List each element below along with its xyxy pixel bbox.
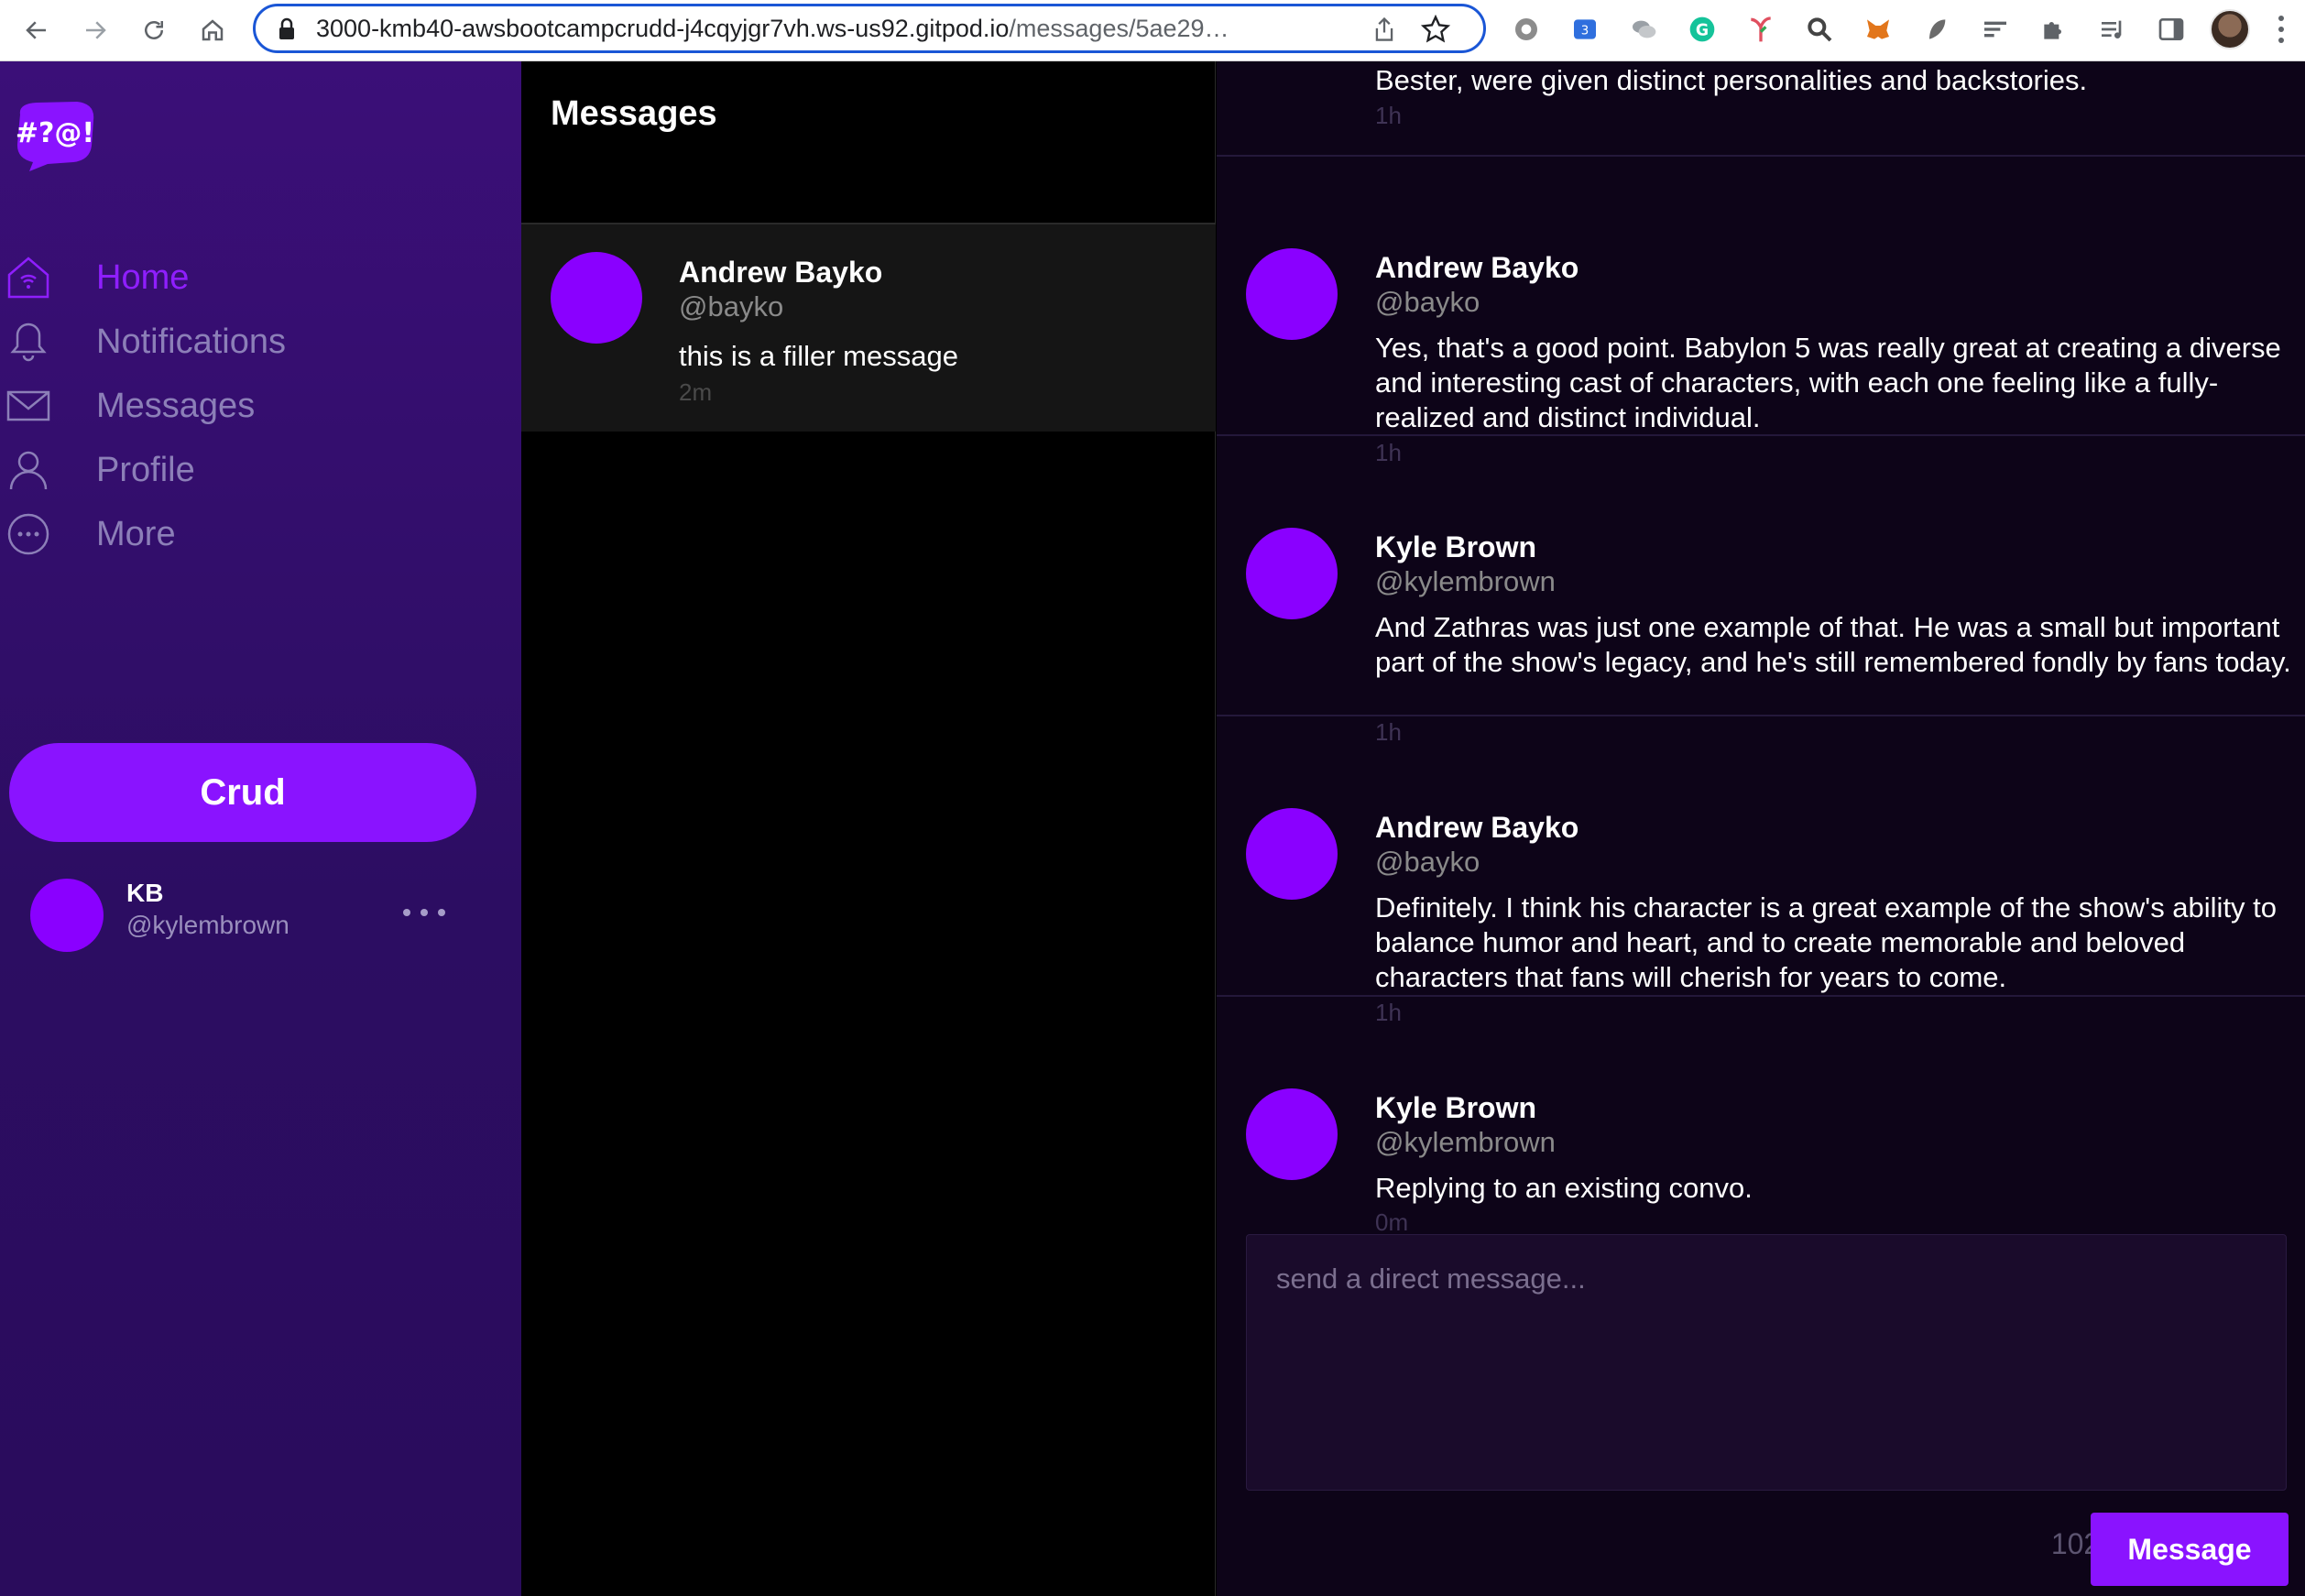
message-author-handle: @bayko [1375, 846, 1480, 878]
profile-handle: @kylembrown [126, 911, 289, 939]
message-group-item[interactable]: Andrew Bayko @bayko this is a filler mes… [521, 224, 1216, 432]
direct-message-input[interactable] [1246, 1234, 2287, 1491]
avatar [551, 252, 642, 344]
browser-toolbar: 3000-kmb40-awsbootcampcrudd-j4cqyjgr7vh.… [0, 0, 2305, 61]
page-title: Messages [551, 94, 717, 133]
more-circle-icon [7, 513, 49, 555]
gear-extension-icon[interactable] [1510, 13, 1543, 46]
profile-more-icon[interactable] [403, 899, 445, 926]
profile-name: KB [126, 879, 164, 907]
message-author-handle: @kylembrown [1375, 1126, 1556, 1158]
sidebar-item-label: More [96, 514, 176, 553]
plant-extension-icon[interactable] [1744, 13, 1777, 46]
person-icon [9, 451, 48, 490]
conversation-panel: Bester, were given distinct personalitie… [1217, 61, 2305, 1596]
message-author-name: Andrew Bayko [1375, 251, 1579, 284]
puzzle-extensions-icon[interactable] [2037, 13, 2070, 46]
sidebar-item-label: Messages [96, 386, 256, 425]
home-icon [7, 257, 49, 299]
magnifier-extension-icon[interactable] [1803, 13, 1836, 46]
reload-icon[interactable] [134, 10, 174, 50]
grammarly-extension-icon[interactable]: G [1686, 13, 1719, 46]
avatar [30, 879, 104, 952]
sidebar-item-messages[interactable]: Messages [0, 369, 513, 443]
message-item: Kyle Brown @kylembrown And Zathras was j… [1217, 436, 2305, 746]
message-author-handle: @kylembrown [1375, 565, 1556, 597]
sidebar-item-label: Notifications [96, 322, 286, 361]
bell-icon [10, 322, 47, 362]
url-text: 3000-kmb40-awsbootcampcrudd-j4cqyjgr7vh.… [316, 6, 1351, 50]
group-time-ago: 2m [679, 378, 713, 406]
avatar [1246, 248, 1338, 340]
lock-icon [279, 17, 294, 39]
avatar [1246, 808, 1338, 900]
back-arrow-icon[interactable] [16, 10, 57, 50]
address-bar[interactable]: 3000-kmb40-awsbootcampcrudd-j4cqyjgr7vh.… [253, 4, 1486, 53]
message-time-ago: 0m [1375, 1208, 1409, 1236]
sidebar-item-notifications[interactable]: Notifications [0, 305, 513, 378]
sidebar-item-label: Profile [96, 450, 195, 489]
envelope-icon [6, 390, 50, 421]
svg-text:G: G [1696, 22, 1709, 40]
avatar [1246, 1088, 1338, 1180]
message-text: And Zathras was just one example of that… [1375, 611, 2291, 678]
message-item: Kyle Brown @kylembrown Replying to an ex… [1217, 997, 2305, 1236]
profile-card[interactable]: KB @kylembrown [0, 869, 513, 970]
message-author-name: Kyle Brown [1375, 530, 1537, 563]
message-author-handle: @bayko [1375, 286, 1480, 318]
message-text: Definitely. I think his character is a g… [1375, 891, 2278, 993]
svg-text:3: 3 [1581, 24, 1589, 38]
translate-extension-icon[interactable]: 3 [1568, 13, 1601, 46]
message-groups-panel: Messages Andrew Bayko @bayko this is a f… [521, 61, 1216, 1596]
sidebar: #?@! Home Notifications Messages Profile… [0, 61, 521, 1596]
avatar [1246, 528, 1338, 619]
media-queue-icon[interactable] [2096, 13, 2129, 46]
text-lines-extension-icon[interactable] [1979, 13, 2012, 46]
chat-extension-icon[interactable] [1627, 13, 1660, 46]
browser-menu-icon[interactable] [2272, 13, 2290, 46]
feather-extension-icon[interactable] [1920, 13, 1953, 46]
send-message-button[interactable]: Message [2091, 1513, 2289, 1586]
crud-button[interactable]: Crud [9, 743, 476, 842]
url-host: 3000-kmb40-awsbootcampcrudd-j4cqyjgr7vh.… [316, 15, 1010, 42]
forward-arrow-icon[interactable] [75, 10, 115, 50]
message-item: Andrew Bayko @bayko Definitely. I think … [1217, 716, 2305, 1026]
sidebar-item-profile[interactable]: Profile [0, 433, 513, 507]
browser-profile-avatar[interactable] [2210, 9, 2250, 49]
url-path: /messages/5ae29… [1009, 15, 1229, 42]
message-time-ago: 1h [1375, 102, 1402, 129]
message-text: Yes, that's a good point. Babylon 5 was … [1375, 332, 2281, 433]
metamask-fox-icon[interactable] [1862, 13, 1895, 46]
group-handle: @bayko [679, 290, 784, 322]
svg-text:#?@!: #?@! [16, 117, 94, 149]
group-name: Andrew Bayko [679, 256, 883, 289]
group-last-message: this is a filler message [679, 340, 958, 372]
message-author-name: Andrew Bayko [1375, 811, 1579, 844]
sidebar-item-more[interactable]: More [0, 497, 513, 571]
home-browser-icon[interactable] [192, 10, 233, 50]
share-icon[interactable] [1371, 16, 1397, 43]
message-text: Bester, were given distinct personalitie… [1375, 64, 2088, 96]
sidebar-item-label: Home [96, 257, 190, 297]
bookmark-star-icon[interactable] [1421, 15, 1450, 44]
message-item: Andrew Bayko @bayko Yes, that's a good p… [1217, 157, 2305, 466]
message-item: Bester, were given distinct personalitie… [1217, 61, 2305, 157]
side-panel-icon[interactable] [2155, 13, 2188, 46]
cruddur-logo[interactable]: #?@! [9, 98, 97, 173]
message-author-name: Kyle Brown [1375, 1091, 1537, 1124]
sidebar-item-home[interactable]: Home [0, 241, 513, 314]
message-text: Replying to an existing convo. [1375, 1172, 1753, 1204]
